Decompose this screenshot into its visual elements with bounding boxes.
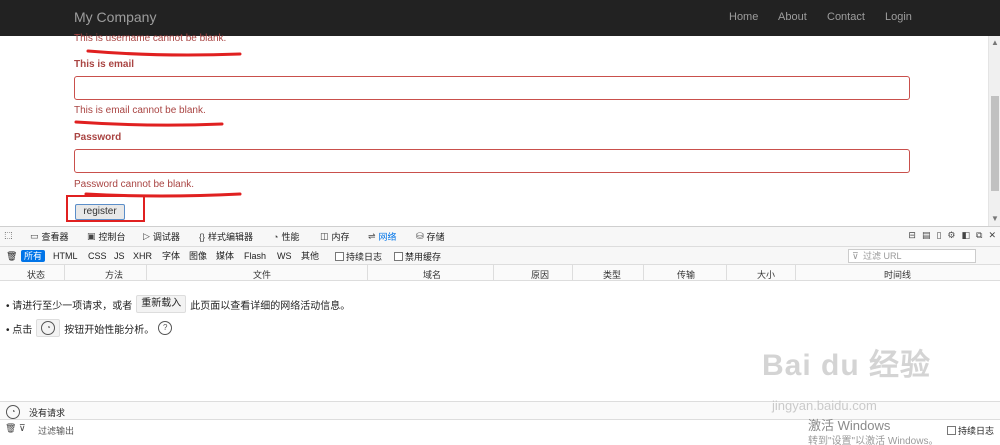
tab-performance[interactable]: ◔ 性能 bbox=[273, 230, 299, 243]
devtools-tab-bar: ⬚ ▭ 查看器 ▣ 控制台 ▷ 调试器 {} 样式编辑器 ◔ 性能 ◫ 内存 ⇌ 网络 ⛁ 存储… bbox=[0, 227, 1000, 247]
col-transferred[interactable]: 传输 bbox=[677, 268, 695, 281]
disable-cache-label: 禁用缓存 bbox=[405, 252, 442, 262]
col-type[interactable]: 类型 bbox=[603, 268, 621, 281]
activate-windows-sub: 转到"设置"以激活 Windows。 bbox=[808, 436, 939, 445]
console-clear-icon[interactable]: 🗑 ⊽ bbox=[5, 423, 26, 434]
network-icon: ⇌ bbox=[368, 231, 376, 241]
close-icon[interactable]: ✕ bbox=[988, 230, 996, 241]
pick-element-icon[interactable]: ⬚ bbox=[4, 230, 13, 241]
navbar: My Company Home About Contact Login bbox=[0, 0, 1000, 36]
nav-contact[interactable]: Contact bbox=[827, 11, 865, 23]
performance-icon: ◔ bbox=[273, 231, 279, 242]
filter-all[interactable]: 所有 bbox=[21, 250, 46, 262]
col-domain[interactable]: 域名 bbox=[423, 268, 441, 281]
responsive-icon[interactable]: ▯ bbox=[936, 230, 941, 241]
username-error: This is username cannot be blank. bbox=[74, 33, 227, 44]
col-size[interactable]: 大小 bbox=[757, 268, 775, 281]
filter-ws[interactable]: WS bbox=[274, 250, 295, 262]
storage-icon: ⛁ bbox=[416, 231, 424, 241]
password-error: Password cannot be blank. bbox=[74, 179, 195, 190]
gear-icon[interactable]: ⚙ bbox=[947, 230, 955, 241]
email-label: This is email bbox=[74, 59, 135, 70]
filter-html[interactable]: HTML bbox=[50, 250, 81, 262]
col-method[interactable]: 方法 bbox=[105, 268, 123, 281]
disable-cache-toggle[interactable]: 禁用缓存 bbox=[394, 250, 441, 263]
underline-password-error bbox=[84, 192, 242, 198]
popout-icon[interactable]: ⧉ bbox=[976, 230, 982, 241]
inspector-icon: ▭ bbox=[30, 231, 39, 241]
devtools-toolbar-right: ⊟ ▤ ▯ ⚙ ◧ ⧉ ✕ bbox=[908, 230, 996, 241]
persist-logs-checkbox[interactable] bbox=[335, 252, 344, 261]
baidu-watermark-logo: Bai du 经验 bbox=[762, 349, 932, 382]
email-field[interactable] bbox=[74, 76, 910, 100]
filter-xhr[interactable]: XHR bbox=[130, 250, 155, 262]
url-filter-placeholder: 过滤 URL bbox=[863, 251, 902, 261]
col-file[interactable]: 文件 bbox=[253, 268, 271, 281]
scroll-down-icon[interactable]: ▼ bbox=[991, 214, 999, 223]
persist-logs-toggle[interactable]: 持续日志 bbox=[335, 250, 382, 263]
filter-flash[interactable]: Flash bbox=[241, 250, 269, 262]
filter-css[interactable]: CSS bbox=[85, 250, 110, 262]
hint-performance-text-before: • 点击 bbox=[6, 324, 33, 336]
col-cause[interactable]: 原因 bbox=[531, 268, 549, 281]
hint-reload: • 请进行至少一项请求，或者 重新载入 此页面以查看详细的网络活动信息。 bbox=[6, 295, 350, 313]
console-persist-label: 持续日志 bbox=[957, 426, 994, 436]
filter-fonts[interactable]: 字体 bbox=[159, 250, 183, 262]
dock-icon[interactable]: ◧ bbox=[962, 230, 971, 241]
layout-icon[interactable]: ⊟ bbox=[908, 230, 916, 241]
console-icon: ▣ bbox=[87, 231, 96, 241]
nav-home[interactable]: Home bbox=[729, 11, 758, 23]
nav-login[interactable]: Login bbox=[885, 11, 912, 23]
email-error: This is email cannot be blank. bbox=[74, 105, 206, 116]
filter-media[interactable]: 媒体 bbox=[213, 250, 237, 262]
stopwatch-icon: ◔ bbox=[41, 321, 56, 335]
start-performance-button[interactable]: ◔ bbox=[36, 319, 61, 337]
filter-js[interactable]: JS bbox=[111, 250, 128, 262]
nav-about[interactable]: About bbox=[778, 11, 807, 23]
tab-network[interactable]: ⇌ 网络 bbox=[368, 230, 397, 243]
underline-username-error bbox=[86, 49, 242, 57]
dock-side-icon[interactable]: ▤ bbox=[922, 230, 931, 241]
hint-reload-text-before: • 请进行至少一项请求，或者 bbox=[6, 300, 133, 312]
scrollbar-thumb[interactable] bbox=[991, 96, 999, 191]
hint-performance-text-after: 按钮开始性能分析。 bbox=[64, 324, 155, 336]
register-button[interactable]: register bbox=[75, 204, 125, 220]
baidu-watermark-url: jingyan.baidu.com bbox=[772, 398, 877, 413]
reload-button[interactable]: 重新载入 bbox=[136, 295, 187, 313]
console-persist-toggle[interactable]: 持续日志 bbox=[946, 424, 994, 437]
brand-link[interactable]: My Company bbox=[74, 9, 156, 25]
hint-performance: • 点击 ◔ 按钮开始性能分析。 ? bbox=[6, 319, 173, 337]
performance-stopwatch-icon[interactable]: ◔ bbox=[6, 405, 20, 419]
underline-email-error bbox=[74, 120, 224, 127]
status-text: 没有请求 bbox=[29, 408, 66, 418]
password-field[interactable] bbox=[74, 149, 910, 173]
hint-reload-text-after: 此页面以查看详细的网络活动信息。 bbox=[190, 300, 351, 312]
tab-console[interactable]: ▣ 控制台 bbox=[87, 230, 126, 243]
network-filter-bar: 🗑 所有 HTML CSS JS XHR 字体 图像 媒体 Flash WS 其… bbox=[0, 247, 1000, 265]
password-label: Password bbox=[74, 132, 122, 143]
tab-inspector[interactable]: ▭ 查看器 bbox=[30, 230, 69, 243]
memory-icon: ◫ bbox=[320, 231, 329, 241]
filter-other[interactable]: 其他 bbox=[298, 250, 322, 262]
help-icon[interactable]: ? bbox=[158, 321, 173, 335]
tab-memory[interactable]: ◫ 内存 bbox=[320, 230, 350, 243]
debugger-icon: ▷ bbox=[143, 231, 150, 241]
persist-logs-label: 持续日志 bbox=[346, 252, 383, 262]
trash-icon[interactable]: 🗑 bbox=[3, 250, 20, 262]
console-persist-checkbox[interactable] bbox=[946, 426, 956, 435]
request-table-header: 状态 方法 文件 域名 原因 类型 传输 大小 时间线 bbox=[0, 265, 1000, 281]
tab-style-editor[interactable]: {} 样式编辑器 bbox=[199, 230, 253, 243]
filter-icon: ⊽ bbox=[852, 251, 859, 261]
col-timeline[interactable]: 时间线 bbox=[884, 268, 911, 281]
tab-storage[interactable]: ⛁ 存储 bbox=[416, 230, 445, 243]
tab-debugger[interactable]: ▷ 调试器 bbox=[143, 230, 180, 243]
disable-cache-checkbox[interactable] bbox=[394, 252, 403, 261]
url-filter-input[interactable]: ⊽ 过滤 URL bbox=[848, 249, 976, 263]
style-editor-icon: {} bbox=[199, 231, 206, 242]
console-filter-input[interactable]: 过滤输出 bbox=[38, 424, 74, 437]
scroll-up-icon[interactable]: ▲ bbox=[991, 38, 999, 47]
filter-images[interactable]: 图像 bbox=[186, 250, 210, 262]
page-scrollbar[interactable]: ▲ ▼ bbox=[988, 36, 1000, 226]
col-status[interactable]: 状态 bbox=[27, 268, 45, 281]
